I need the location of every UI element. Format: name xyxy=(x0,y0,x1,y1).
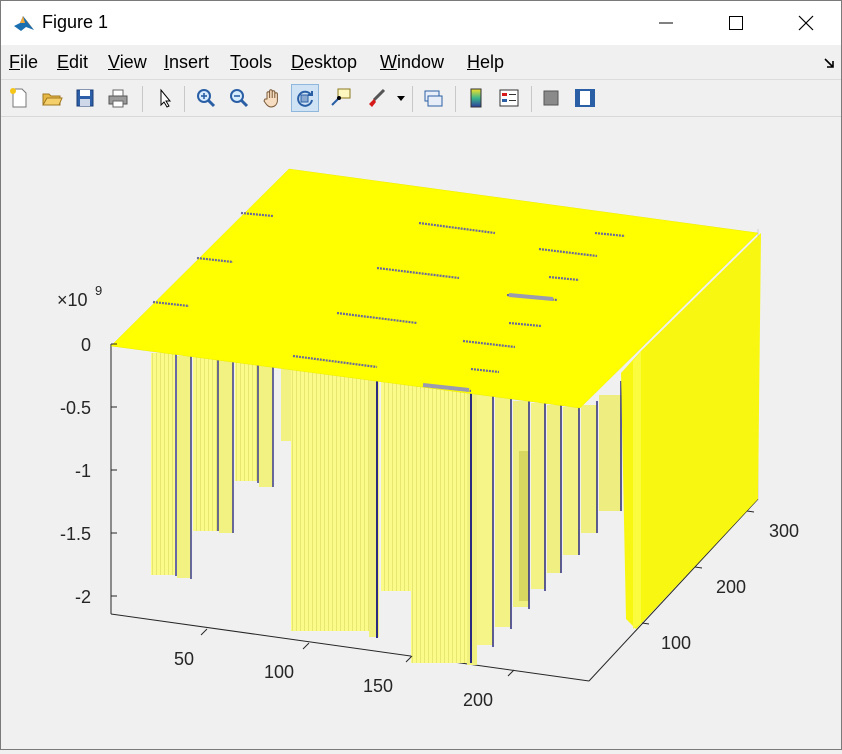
title-bar: Figure 1 xyxy=(1,1,841,45)
z-tick-label: -1 xyxy=(75,461,91,481)
menu-tools[interactable]: Tools xyxy=(230,52,272,73)
exponent-base-label: ×10 xyxy=(57,290,88,310)
z-tick-label: 0 xyxy=(81,335,91,355)
pan-hand-icon[interactable] xyxy=(258,84,286,112)
figure-window: Figure 1 File Edit View Insert Tools Des… xyxy=(0,0,842,750)
hide-plot-tools-icon[interactable] xyxy=(537,84,565,112)
show-plot-tools-icon[interactable] xyxy=(571,84,599,112)
zoom-out-icon[interactable] xyxy=(225,84,253,112)
maximize-button[interactable] xyxy=(701,1,771,45)
x-tick-label: 50 xyxy=(174,649,194,669)
y-tick-label: 300 xyxy=(769,521,799,541)
exponent-power-label: 9 xyxy=(95,283,102,298)
z-axis: 0 -0.5 -1 -1.5 -2 ×10 9 xyxy=(57,283,117,607)
matlab-logo-icon xyxy=(13,12,35,34)
surface-plot[interactable]: 0 -0.5 -1 -1.5 -2 ×10 9 50 100 150 200 1… xyxy=(1,117,841,749)
dock-arrow-icon[interactable] xyxy=(823,57,835,69)
edit-plot-arrow-icon[interactable] xyxy=(151,84,179,112)
window-title: Figure 1 xyxy=(42,12,109,32)
insert-legend-icon[interactable] xyxy=(495,84,523,112)
maximize-icon xyxy=(729,16,743,30)
menu-bar: File Edit View Insert Tools Desktop Wind… xyxy=(1,49,841,77)
figure-toolbar xyxy=(1,79,841,117)
save-icon[interactable] xyxy=(71,84,99,112)
figure-canvas[interactable]: 0 -0.5 -1 -1.5 -2 ×10 9 50 100 150 200 1… xyxy=(1,117,841,749)
close-icon xyxy=(798,15,814,31)
menu-window[interactable]: Window xyxy=(380,52,444,73)
menu-help[interactable]: Help xyxy=(467,52,504,73)
rotate-3d-icon[interactable] xyxy=(291,84,319,112)
y-tick-label: 100 xyxy=(661,633,691,653)
x-tick-label: 200 xyxy=(463,690,493,710)
menu-insert[interactable]: Insert xyxy=(164,52,209,73)
insert-colorbar-icon[interactable] xyxy=(462,84,490,112)
menu-desktop[interactable]: Desktop xyxy=(291,52,357,73)
x-tick-label: 100 xyxy=(264,662,294,682)
data-cursor-icon[interactable] xyxy=(327,84,355,112)
zoom-in-icon[interactable] xyxy=(192,84,220,112)
z-tick-label: -2 xyxy=(75,587,91,607)
x-tick-label: 150 xyxy=(363,676,393,696)
minimize-button[interactable] xyxy=(631,1,701,45)
open-file-icon[interactable] xyxy=(38,84,66,112)
brush-icon[interactable] xyxy=(362,84,390,112)
menu-view[interactable]: View xyxy=(108,52,147,73)
brush-dropdown-icon[interactable] xyxy=(393,84,409,112)
z-tick-label: -1.5 xyxy=(60,524,91,544)
y-tick-label: 200 xyxy=(716,577,746,597)
new-figure-icon[interactable] xyxy=(5,84,33,112)
link-plot-icon[interactable] xyxy=(419,84,447,112)
print-icon[interactable] xyxy=(104,84,132,112)
menu-edit[interactable]: Edit xyxy=(57,52,88,73)
menu-file[interactable]: File xyxy=(9,52,38,73)
minimize-icon xyxy=(659,22,673,24)
z-tick-label: -0.5 xyxy=(60,398,91,418)
close-button[interactable] xyxy=(771,1,841,45)
